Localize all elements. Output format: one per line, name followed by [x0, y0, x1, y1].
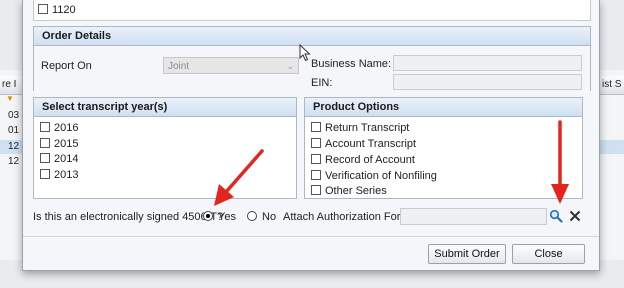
year-label: 2013: [54, 169, 79, 181]
transcript-years-title: Select transcript year(s): [34, 98, 296, 117]
year-label: 2016: [54, 122, 79, 134]
esign-no-label: No: [262, 211, 277, 223]
report-on-select[interactable]: Joint ⌄: [163, 57, 299, 74]
submit-order-button[interactable]: Submit Order: [428, 244, 506, 264]
report-on-value: Joint: [168, 61, 190, 72]
checkbox[interactable]: [40, 153, 50, 164]
product-option-label: Return Transcript: [325, 122, 410, 134]
background-row-4[interactable]: 12: [8, 156, 19, 167]
search-icon[interactable]: [549, 209, 563, 223]
product-option-account-transcript[interactable]: Account Transcript: [311, 137, 416, 151]
checkbox[interactable]: [40, 169, 50, 180]
form-type-item[interactable]: 1120: [38, 3, 76, 17]
report-on-label: Report On: [41, 60, 92, 72]
sort-marker-icon: ▼: [6, 94, 14, 103]
transcript-years-panel: Select transcript year(s) 2016 2015 2014…: [33, 97, 297, 199]
order-details-title: Order Details: [34, 27, 590, 46]
background-left-header: re I: [0, 76, 24, 95]
product-option-return-transcript[interactable]: Return Transcript: [311, 121, 409, 135]
business-name-field[interactable]: [393, 55, 582, 71]
product-options-title: Product Options: [305, 98, 582, 117]
checkbox[interactable]: [38, 4, 48, 15]
authorization-file-field[interactable]: [400, 208, 547, 225]
year-label: 2014: [54, 153, 79, 165]
product-options-panel: Product Options Return Transcript Accoun…: [304, 97, 583, 199]
clear-icon[interactable]: [569, 210, 581, 222]
footer-divider: [23, 236, 599, 237]
esign-no-radio[interactable]: [247, 211, 257, 221]
background-row-2[interactable]: 01: [8, 125, 19, 136]
product-option-other-series[interactable]: Other Series: [311, 184, 387, 198]
attach-authorization-label: Attach Authorization Form: [283, 211, 410, 223]
ein-field[interactable]: [393, 74, 582, 90]
year-option-2016[interactable]: 2016: [40, 121, 78, 135]
checkbox[interactable]: [40, 122, 50, 133]
business-name-label: Business Name:: [311, 58, 392, 70]
checkbox[interactable]: [311, 185, 321, 196]
year-label: 2015: [54, 138, 79, 150]
year-option-2013[interactable]: 2013: [40, 168, 78, 182]
product-option-label: Record of Account: [325, 154, 415, 166]
checkbox[interactable]: [40, 138, 50, 149]
background-right-selected-row: [599, 140, 624, 154]
form-type-label: 1120: [52, 4, 76, 16]
esign-yes-label: Yes: [218, 211, 236, 223]
checkbox[interactable]: [311, 154, 321, 165]
product-option-verification-of-nonfiling[interactable]: Verification of Nonfiling: [311, 169, 437, 183]
background-row-3[interactable]: 12: [8, 141, 19, 152]
product-option-label: Account Transcript: [325, 138, 417, 150]
esign-question: Is this an electronically signed 4506-T?: [33, 211, 224, 223]
year-option-2015[interactable]: 2015: [40, 137, 78, 151]
order-dialog: 1120 Order Details Report On Joint ⌄ Bus…: [22, 0, 600, 271]
close-button[interactable]: Close: [512, 244, 585, 264]
year-option-2014[interactable]: 2014: [40, 152, 78, 166]
ein-label: EIN:: [311, 77, 333, 89]
background-right-header: ist S: [599, 76, 624, 95]
checkbox[interactable]: [311, 170, 321, 181]
product-option-label: Verification of Nonfiling: [325, 170, 437, 182]
background-row-1[interactable]: 03: [8, 110, 19, 121]
background-right-pane: ist S: [598, 70, 624, 260]
form-type-list: 1120: [33, 0, 591, 21]
product-option-label: Other Series: [325, 185, 387, 197]
mouse-cursor-icon: [299, 44, 311, 62]
checkbox[interactable]: [311, 138, 321, 149]
checkbox[interactable]: [311, 122, 321, 133]
background-left-pane: re I ▼ 03 01 12 12: [0, 70, 24, 260]
product-option-record-of-account[interactable]: Record of Account: [311, 153, 415, 167]
chevron-down-icon: ⌄: [286, 61, 294, 71]
esign-yes-radio[interactable]: [203, 211, 213, 221]
